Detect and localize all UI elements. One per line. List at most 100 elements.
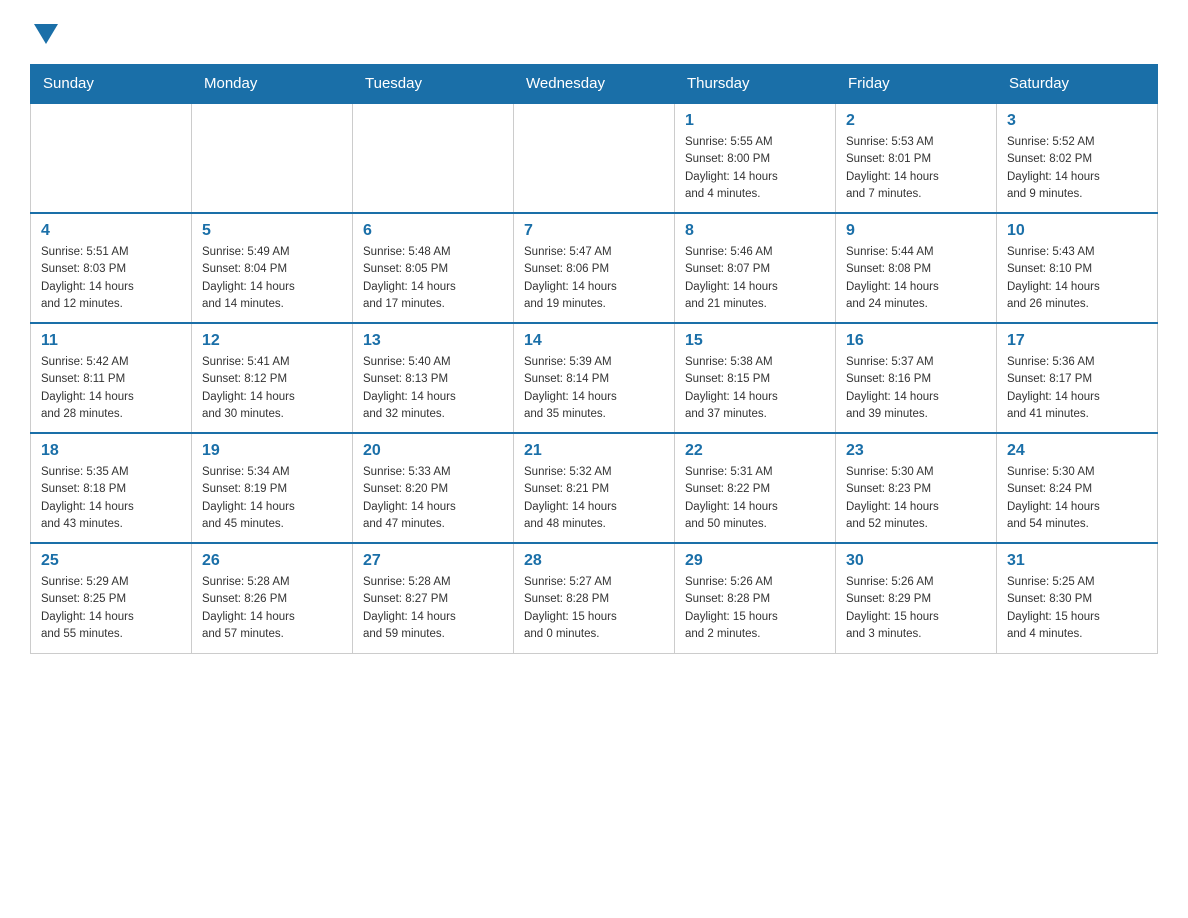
day-info: Sunrise: 5:30 AMSunset: 8:24 PMDaylight:… [1007,464,1147,533]
day-number: 16 [846,332,986,350]
logo [30,20,58,44]
calendar-cell: 2Sunrise: 5:53 AMSunset: 8:01 PMDaylight… [836,103,997,213]
day-number: 1 [685,112,825,130]
calendar-table: SundayMondayTuesdayWednesdayThursdayFrid… [30,64,1158,654]
day-number: 20 [363,442,503,460]
week-row-5: 25 Sunrise: 5:29 AMSunset: 8:25 PMDayligh… [31,543,1158,653]
day-number: 18 [41,442,181,460]
day-info: Sunrise: 5:49 AMSunset: 8:04 PMDaylight:… [202,244,342,313]
day-info: Sunrise: 5:43 AMSunset: 8:10 PMDaylight:… [1007,244,1147,313]
day-info: Sunrise: 5:41 AMSunset: 8:12 PMDaylight:… [202,354,342,423]
day-info: Sunrise: 5:32 AMSunset: 8:21 PMDaylight:… [524,464,664,533]
calendar-header-wednesday: Wednesday [514,65,675,104]
day-number: 4 [41,222,181,240]
calendar-cell [192,103,353,213]
day-number: 5 [202,222,342,240]
calendar-cell: 15 Sunrise: 5:38 AMSunset: 8:15 PMDayligh… [675,323,836,433]
day-info: Sunrise: 5:25 AMSunset: 8:30 PMDaylight:… [1007,574,1147,643]
calendar-cell: 20 Sunrise: 5:33 AMSunset: 8:20 PMDayligh… [353,433,514,543]
calendar-cell: 4 Sunrise: 5:51 AMSunset: 8:03 PMDaylight… [31,213,192,323]
day-info: Sunrise: 5:28 AMSunset: 8:26 PMDaylight:… [202,574,342,643]
day-number: 15 [685,332,825,350]
day-number: 6 [363,222,503,240]
day-info: Sunrise: 5:29 AMSunset: 8:25 PMDaylight:… [41,574,181,643]
calendar-cell: 27 Sunrise: 5:28 AMSunset: 8:27 PMDayligh… [353,543,514,653]
calendar-cell: 8Sunrise: 5:46 AMSunset: 8:07 PMDaylight… [675,213,836,323]
calendar-header-sunday: Sunday [31,65,192,104]
calendar-cell: 16 Sunrise: 5:37 AMSunset: 8:16 PMDayligh… [836,323,997,433]
calendar-header-saturday: Saturday [997,65,1158,104]
calendar-cell: 11 Sunrise: 5:42 AMSunset: 8:11 PMDayligh… [31,323,192,433]
day-info: Sunrise: 5:26 AMSunset: 8:28 PMDaylight:… [685,574,825,643]
calendar-header-row: SundayMondayTuesdayWednesdayThursdayFrid… [31,65,1158,104]
day-number: 7 [524,222,664,240]
day-number: 23 [846,442,986,460]
calendar-header-monday: Monday [192,65,353,104]
day-info: Sunrise: 5:46 AMSunset: 8:07 PMDaylight:… [685,244,825,313]
calendar-cell: 18 Sunrise: 5:35 AMSunset: 8:18 PMDayligh… [31,433,192,543]
day-info: Sunrise: 5:33 AMSunset: 8:20 PMDaylight:… [363,464,503,533]
calendar-cell: 5 Sunrise: 5:49 AMSunset: 8:04 PMDaylight… [192,213,353,323]
calendar-cell: 26Sunrise: 5:28 AMSunset: 8:26 PMDayligh… [192,543,353,653]
day-number: 19 [202,442,342,460]
calendar-cell: 22 Sunrise: 5:31 AMSunset: 8:22 PMDayligh… [675,433,836,543]
day-number: 29 [685,552,825,570]
calendar-cell: 23 Sunrise: 5:30 AMSunset: 8:23 PMDayligh… [836,433,997,543]
page-header [30,20,1158,44]
day-number: 31 [1007,552,1147,570]
day-number: 28 [524,552,664,570]
day-info: Sunrise: 5:51 AMSunset: 8:03 PMDaylight:… [41,244,181,313]
day-number: 11 [41,332,181,350]
calendar-cell: 17 Sunrise: 5:36 AMSunset: 8:17 PMDayligh… [997,323,1158,433]
calendar-cell: 12 Sunrise: 5:41 AMSunset: 8:12 PMDayligh… [192,323,353,433]
day-info: Sunrise: 5:36 AMSunset: 8:17 PMDaylight:… [1007,354,1147,423]
calendar-cell: 30Sunrise: 5:26 AMSunset: 8:29 PMDayligh… [836,543,997,653]
calendar-header-friday: Friday [836,65,997,104]
calendar-cell [514,103,675,213]
day-info: Sunrise: 5:44 AMSunset: 8:08 PMDaylight:… [846,244,986,313]
day-info: Sunrise: 5:48 AMSunset: 8:05 PMDaylight:… [363,244,503,313]
calendar-cell: 25 Sunrise: 5:29 AMSunset: 8:25 PMDayligh… [31,543,192,653]
day-info: Sunrise: 5:42 AMSunset: 8:11 PMDaylight:… [41,354,181,423]
day-number: 14 [524,332,664,350]
day-info: Sunrise: 5:47 AMSunset: 8:06 PMDaylight:… [524,244,664,313]
day-info: Sunrise: 5:52 AMSunset: 8:02 PMDaylight:… [1007,134,1147,203]
day-info: Sunrise: 5:37 AMSunset: 8:16 PMDaylight:… [846,354,986,423]
calendar-cell [353,103,514,213]
day-number: 30 [846,552,986,570]
day-info: Sunrise: 5:30 AMSunset: 8:23 PMDaylight:… [846,464,986,533]
calendar-cell: 19Sunrise: 5:34 AMSunset: 8:19 PMDayligh… [192,433,353,543]
day-info: Sunrise: 5:27 AMSunset: 8:28 PMDaylight:… [524,574,664,643]
day-number: 12 [202,332,342,350]
day-info: Sunrise: 5:31 AMSunset: 8:22 PMDaylight:… [685,464,825,533]
day-number: 27 [363,552,503,570]
week-row-2: 4 Sunrise: 5:51 AMSunset: 8:03 PMDaylight… [31,213,1158,323]
day-number: 25 [41,552,181,570]
calendar-cell: 29 Sunrise: 5:26 AMSunset: 8:28 PMDayligh… [675,543,836,653]
day-number: 2 [846,112,986,130]
calendar-cell: 6 Sunrise: 5:48 AMSunset: 8:05 PMDaylight… [353,213,514,323]
week-row-1: 1 Sunrise: 5:55 AMSunset: 8:00 PMDaylight… [31,103,1158,213]
logo-triangle-icon [34,24,58,44]
day-info: Sunrise: 5:55 AMSunset: 8:00 PMDaylight:… [685,134,825,203]
day-info: Sunrise: 5:38 AMSunset: 8:15 PMDaylight:… [685,354,825,423]
calendar-cell: 1 Sunrise: 5:55 AMSunset: 8:00 PMDaylight… [675,103,836,213]
calendar-cell: 31 Sunrise: 5:25 AMSunset: 8:30 PMDayligh… [997,543,1158,653]
day-number: 21 [524,442,664,460]
day-number: 22 [685,442,825,460]
calendar-cell: 14 Sunrise: 5:39 AMSunset: 8:14 PMDayligh… [514,323,675,433]
day-info: Sunrise: 5:40 AMSunset: 8:13 PMDaylight:… [363,354,503,423]
week-row-3: 11 Sunrise: 5:42 AMSunset: 8:11 PMDayligh… [31,323,1158,433]
week-row-4: 18 Sunrise: 5:35 AMSunset: 8:18 PMDayligh… [31,433,1158,543]
day-info: Sunrise: 5:35 AMSunset: 8:18 PMDaylight:… [41,464,181,533]
day-number: 10 [1007,222,1147,240]
calendar-cell: 24Sunrise: 5:30 AMSunset: 8:24 PMDayligh… [997,433,1158,543]
day-info: Sunrise: 5:39 AMSunset: 8:14 PMDaylight:… [524,354,664,423]
calendar-header-tuesday: Tuesday [353,65,514,104]
calendar-cell: 28 Sunrise: 5:27 AMSunset: 8:28 PMDayligh… [514,543,675,653]
day-info: Sunrise: 5:28 AMSunset: 8:27 PMDaylight:… [363,574,503,643]
calendar-cell [31,103,192,213]
calendar-cell: 7 Sunrise: 5:47 AMSunset: 8:06 PMDaylight… [514,213,675,323]
day-number: 13 [363,332,503,350]
day-number: 17 [1007,332,1147,350]
